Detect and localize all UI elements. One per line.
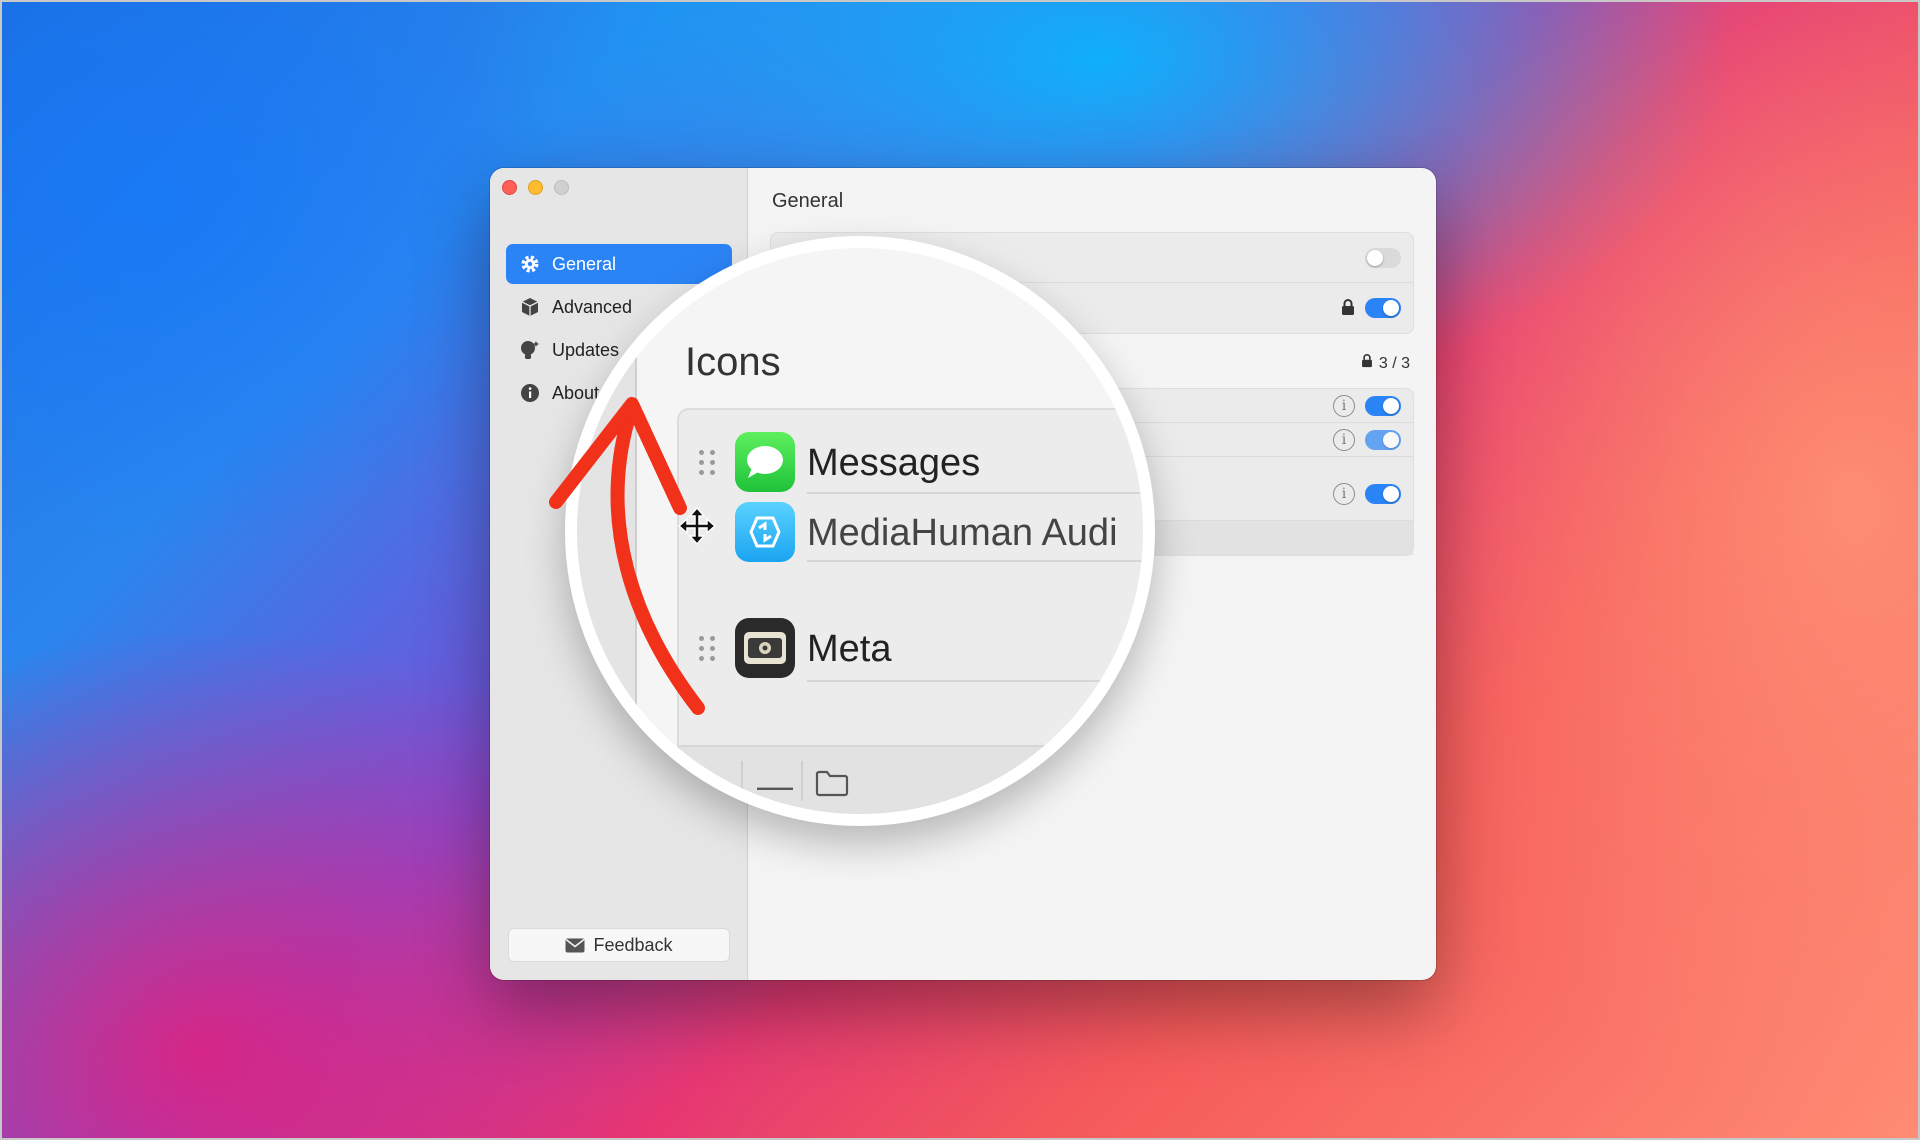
meta-app-icon [735,618,795,678]
app-name: Messages [807,442,981,484]
toggle-switch[interactable] [1365,430,1401,450]
mediahuman-app-icon [735,502,795,562]
lock-icon [1341,299,1355,321]
row-divider [807,560,1143,562]
info-button[interactable]: i [1333,429,1355,451]
icons-section-title: Icons [685,340,781,384]
folder-icon[interactable] [815,769,849,802]
list-item[interactable]: MediaHuman Audi [677,492,1143,572]
remove-button[interactable]: — [757,765,793,807]
messages-app-icon [735,432,795,492]
info-button[interactable]: i [1333,395,1355,417]
feedback-button[interactable]: Feedback [508,928,730,962]
app-name: Meta [807,628,892,670]
list-toolbar: + — [679,745,1143,814]
list-item[interactable]: Messages [679,422,1143,502]
info-icon [518,381,542,405]
row-divider [807,680,1143,682]
list-item[interactable]: Meta [679,608,1143,688]
magnified-icon-list: Messages MediaHuman Audi Meta + — [677,408,1143,814]
toggle-switch[interactable] [1365,298,1401,318]
icon-count: 3 / 3 [1361,354,1410,373]
count-text: 3 / 3 [1378,354,1410,372]
row-divider [807,492,1143,494]
toggle-switch[interactable] [1365,248,1401,268]
lock-icon [1361,354,1373,373]
minimize-button[interactable] [528,180,543,195]
app-name: MediaHuman Audi [807,512,1118,554]
info-button[interactable]: i [1333,483,1355,505]
page-title: General [772,190,844,212]
cube-icon [518,295,542,319]
envelope-icon [565,938,585,953]
add-button[interactable]: + [697,765,718,807]
feedback-label: Feedback [593,934,673,955]
lightbulb-icon [518,338,542,362]
toggle-switch[interactable] [1365,396,1401,416]
gear-icon [518,252,542,276]
close-button[interactable] [502,180,517,195]
annotation-arrow [549,397,705,715]
window-controls [502,180,569,195]
zoom-button[interactable] [554,180,569,195]
toggle-switch[interactable] [1365,484,1401,504]
